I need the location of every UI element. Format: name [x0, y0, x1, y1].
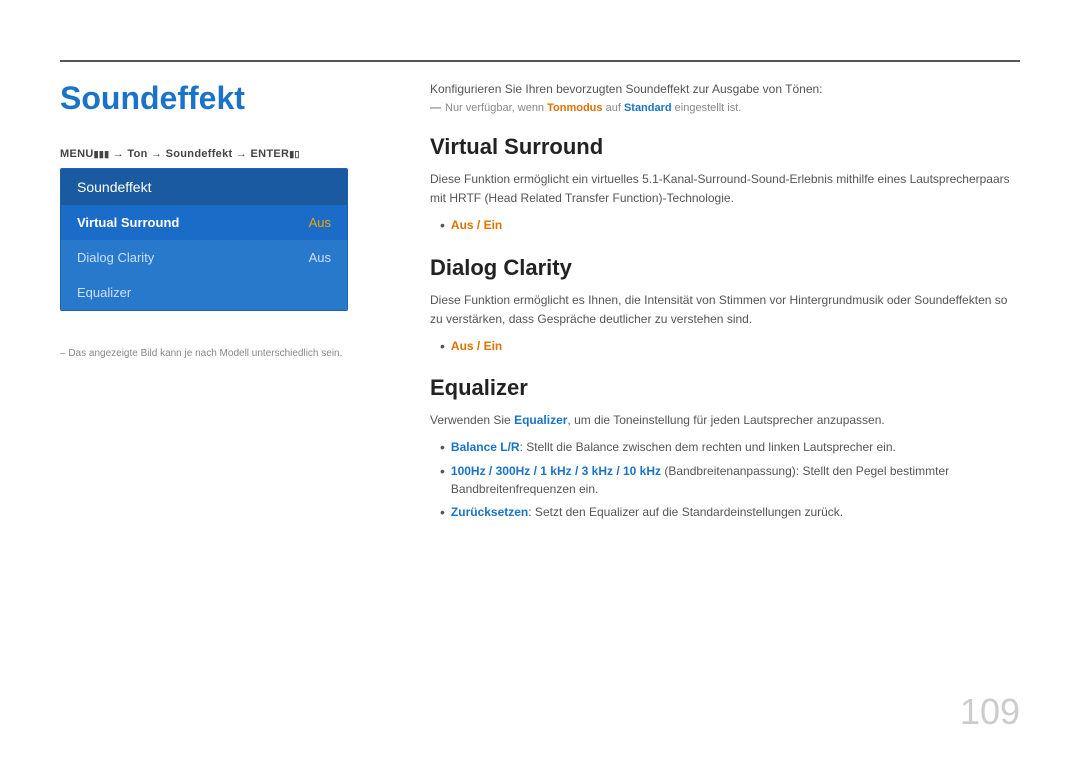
equalizer-reset-text: Zurücksetzen: Setzt den Equalizer auf di…: [451, 503, 843, 521]
sidebar-item-label: Virtual Surround: [77, 215, 179, 230]
sidebar-note: – Das angezeigte Bild kann je nach Model…: [60, 348, 342, 359]
sidebar-item-dialog-clarity[interactable]: Dialog Clarity Aus: [61, 240, 347, 275]
freq-label: 100Hz / 300Hz / 1 kHz / 3 kHz / 10 kHz: [451, 464, 661, 478]
highlight-tonmodus: Tonmodus: [547, 102, 602, 114]
intro-text: Konfigurieren Sie Ihren bevorzugten Soun…: [430, 80, 1020, 98]
bullet-equalizer-balance: • Balance L/R: Stellt die Balance zwisch…: [440, 438, 1020, 456]
sidebar-menu: Soundeffekt Virtual Surround Aus Dialog …: [60, 168, 348, 311]
top-divider: [60, 60, 1020, 62]
sidebar-item-value: Aus: [309, 250, 331, 265]
bullet-dot: •: [440, 438, 445, 456]
equalizer-freq-text: 100Hz / 300Hz / 1 kHz / 3 kHz / 10 kHz (…: [451, 462, 1020, 498]
bullet-dot: •: [440, 337, 445, 355]
section-desc-equalizer: Verwenden Sie Equalizer, um die Toneinst…: [430, 411, 1020, 430]
sidebar-item-label: Equalizer: [77, 285, 131, 300]
reset-label: Zurücksetzen: [451, 505, 528, 519]
section-title-dialog-clarity: Dialog Clarity: [430, 255, 1020, 281]
bullet-dot: •: [440, 216, 445, 234]
bullet-equalizer-freq: • 100Hz / 300Hz / 1 kHz / 3 kHz / 10 kHz…: [440, 462, 1020, 498]
equalizer-balance-text: Balance L/R: Stellt die Balance zwischen…: [451, 438, 896, 456]
bullet-dialog-clarity-aus-ein: • Aus / Ein: [440, 337, 1020, 355]
dialog-clarity-option: Aus / Ein: [451, 337, 502, 355]
sidebar-item-label: Dialog Clarity: [77, 250, 154, 265]
section-desc-dialog-clarity: Diese Funktion ermöglicht es Ihnen, die …: [430, 291, 1020, 329]
virtual-surround-option: Aus / Ein: [451, 216, 502, 234]
highlight-standard: Standard: [624, 102, 672, 114]
sidebar-item-equalizer[interactable]: Equalizer: [61, 275, 347, 310]
section-title-equalizer: Equalizer: [430, 375, 1020, 401]
note-text: Nur verfügbar, wenn Tonmodus auf Standar…: [445, 102, 741, 114]
page-title: Soundeffekt: [60, 80, 245, 117]
page-number: 109: [960, 691, 1020, 733]
sidebar-item-value: Aus: [309, 215, 331, 230]
sidebar-header: Soundeffekt: [61, 169, 347, 205]
equalizer-link: Equalizer: [514, 413, 567, 427]
note-line: — Nur verfügbar, wenn Tonmodus auf Stand…: [430, 102, 1020, 114]
bullet-dot: •: [440, 462, 445, 498]
section-title-virtual-surround: Virtual Surround: [430, 134, 1020, 160]
note-dash: —: [430, 102, 441, 114]
content-area: Konfigurieren Sie Ihren bevorzugten Soun…: [430, 80, 1020, 526]
bullet-equalizer-reset: • Zurücksetzen: Setzt den Equalizer auf …: [440, 503, 1020, 521]
balance-label: Balance L/R: [451, 440, 520, 454]
section-desc-virtual-surround: Diese Funktion ermöglicht ein virtuelles…: [430, 170, 1020, 208]
menu-path: MENU▮▮▮ → Ton → Soundeffekt → ENTER▮▯: [60, 148, 300, 160]
bullet-dot: •: [440, 503, 445, 521]
bullet-virtual-surround-aus-ein: • Aus / Ein: [440, 216, 1020, 234]
sidebar-item-virtual-surround[interactable]: Virtual Surround Aus: [61, 205, 347, 240]
